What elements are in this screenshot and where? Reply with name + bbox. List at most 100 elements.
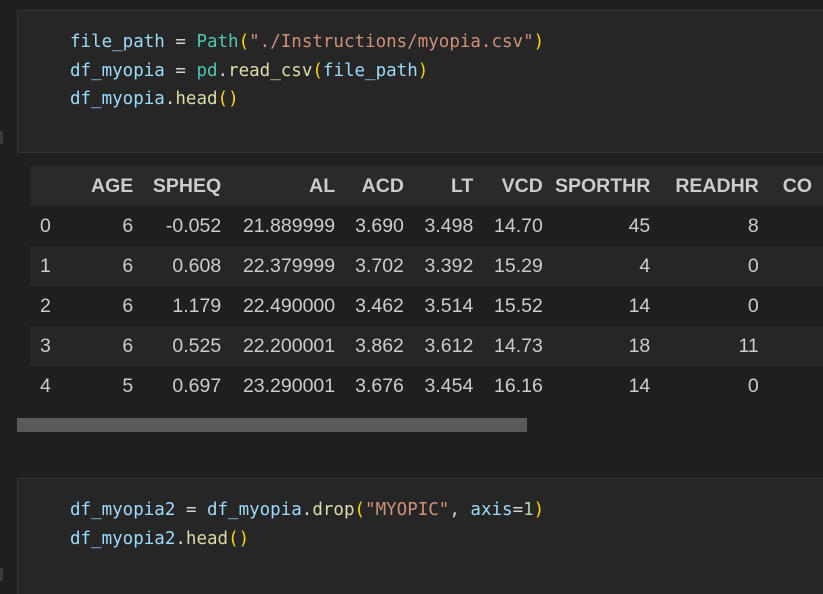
code-token: read_csv [228,60,313,81]
code-token: "./Instructions/myopia.csv" [249,32,534,52]
code-token: "MYOPIC" [365,500,450,520]
code-token: Path [196,32,239,52]
code-token: ) [417,60,429,81]
row-index: 1 [40,254,51,277]
cell-gutter-marker [0,131,3,144]
table-cell: 21.889999 [242,214,336,237]
table-row: 3 6 0.525 22.200001 3.862 3.612 14.73 18… [30,326,823,366]
table-row: 2 6 1.179 22.490000 3.462 3.514 15.52 14… [30,286,823,326]
row-index: 4 [40,374,51,397]
table-cell: 6 [122,334,134,357]
table-cell: 14 [628,294,651,317]
column-header: AL [309,174,336,197]
table-cell: 6 [122,214,134,237]
table-header-row: AGE SPHEQ AL ACD LT VCD SPORTHR READHR C… [30,166,823,206]
table-cell: 1.179 [172,294,222,317]
code-token: df_myopia [70,60,165,81]
code-line: df_myopia2.head() [70,525,544,554]
code-token: () [217,89,239,109]
code-token: = [175,500,207,520]
code-token: . [175,528,186,549]
table-cell: 0.525 [172,334,222,357]
table-cell: 3.862 [355,334,404,357]
table-cell: 5 [122,374,134,397]
code-token: df_myopia [70,89,165,109]
table-row: 4 5 0.697 23.290001 3.676 3.454 16.16 14… [30,366,823,406]
column-header: LT [450,174,474,197]
table-cell: 3.514 [424,294,474,317]
table-cell: 11 [738,334,759,357]
table-cell: -0.052 [165,214,222,237]
code-token: head [185,528,229,549]
column-header: VCD [501,174,543,197]
table-cell: 45 [628,214,651,237]
code-editor-2[interactable]: df_myopia2 = df_myopia.drop("MYOPIC", ax… [70,496,544,553]
column-header: AGE [91,174,134,197]
table-cell: 0.697 [172,374,222,397]
code-token: file_path [322,60,418,81]
code-editor-1[interactable]: file_path = Path("./Instructions/myopia.… [70,28,544,114]
code-token: 1 [523,500,534,520]
table-cell: 0 [747,374,759,397]
column-header: SPORTHR [554,174,651,197]
table-row: 0 6 -0.052 21.889999 3.690 3.498 14.70 4… [30,206,823,246]
code-token: ( [312,60,323,81]
code-token: pd [196,60,218,81]
table-cell [770,246,823,286]
row-index: 0 [40,214,51,237]
code-token: , [449,500,471,520]
table-cell [770,326,823,366]
table-cell: 3.612 [424,334,474,357]
code-line: df_myopia2 = df_myopia.drop("MYOPIC", ax… [70,496,544,525]
table-cell: 3.498 [424,214,474,237]
code-token: () [228,528,250,549]
table-cell: 18 [628,334,651,357]
code-token: file_path [70,32,165,52]
code-line: df_myopia = pd.read_csv(file_path) [70,57,544,86]
code-token: = [164,32,197,52]
table-cell [770,366,823,406]
table-cell: 3.392 [424,254,474,277]
code-token: head [175,89,218,109]
code-token: df_myopia [206,500,302,520]
code-token: ( [238,32,250,52]
table-cell: 3.702 [355,254,404,277]
table-cell: 6 [122,294,134,317]
table-cell: 3.676 [355,374,404,397]
code-cell-1[interactable]: file_path = Path("./Instructions/myopia.… [17,10,823,153]
table-cell: 22.200001 [242,334,336,357]
table-cell: 22.379999 [242,254,336,277]
table-cell: 14.70 [494,214,543,237]
table-cell: 4 [639,254,651,277]
horizontal-scrollbar[interactable] [17,418,527,432]
code-token: = [164,60,197,81]
table-cell: 8 [747,214,759,237]
table-cell: 23.290001 [242,374,336,397]
code-token: ) [533,32,545,52]
table-cell: 14.73 [494,334,543,357]
table-cell [770,206,823,246]
dataframe-output: AGE SPHEQ AL ACD LT VCD SPORTHR READHR C… [30,166,823,406]
column-header: CO [782,174,812,197]
code-token: . [217,60,229,81]
table-cell: 3.454 [424,374,474,397]
table-cell: 15.29 [494,254,543,277]
table-cell: 0 [747,254,759,277]
table-cell: 3.690 [355,214,404,237]
column-header: READHR [675,174,759,197]
row-index: 3 [40,334,51,357]
table-cell: 22.490000 [242,294,336,317]
code-token: df_myopia2 [70,500,176,520]
code-cell-2[interactable]: df_myopia2 = df_myopia.drop("MYOPIC", ax… [17,478,823,594]
code-token: . [164,89,176,109]
table-cell: 0.608 [172,254,222,277]
row-index: 2 [40,294,51,317]
table-cell: 3.462 [355,294,404,317]
code-token: ) [533,500,545,520]
column-header: SPHEQ [152,174,222,197]
column-header: ACD [361,174,404,197]
table-cell: 0 [747,294,759,317]
cell-gutter-marker [0,568,3,581]
code-token: = [512,500,524,520]
code-token: axis [470,500,513,520]
